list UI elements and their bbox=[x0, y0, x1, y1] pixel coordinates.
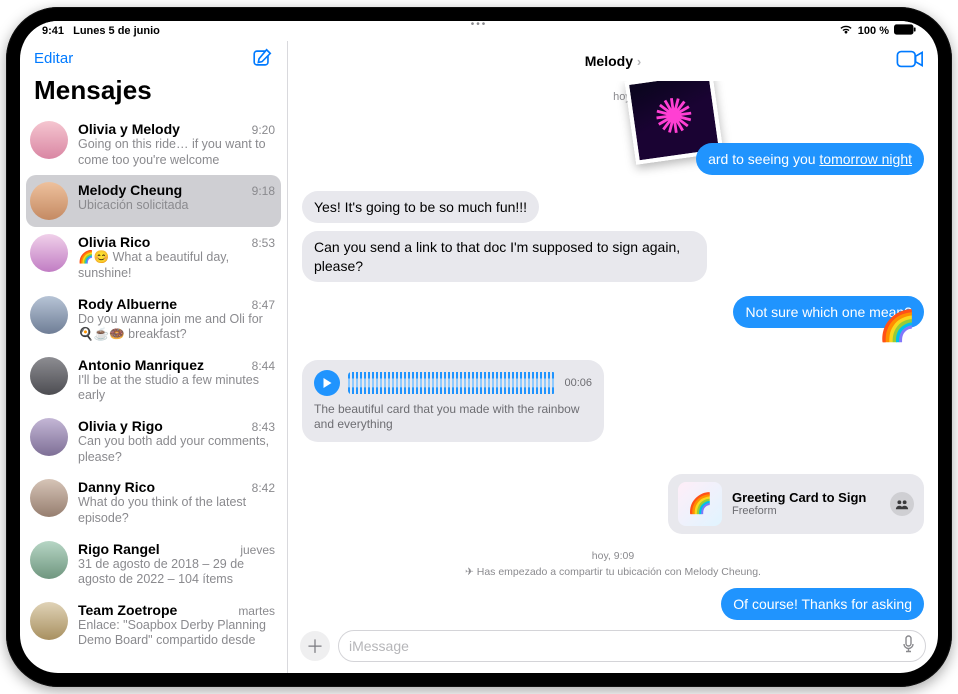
status-left: 9:41 Lunes 5 de junio bbox=[42, 25, 166, 37]
conv-preview: 31 de agosto de 2018 – 29 de agosto de 2… bbox=[78, 557, 275, 588]
link-subtitle: Freeform bbox=[732, 505, 880, 517]
sidebar-top: Editar bbox=[20, 41, 287, 73]
collaborate-icon[interactable] bbox=[890, 492, 914, 516]
link-attachment[interactable]: 🌈 Greeting Card to Sign Freeform bbox=[668, 474, 924, 534]
received-bubble[interactable]: Can you send a link to that doc I'm supp… bbox=[302, 231, 707, 281]
rainbow-sticker-icon[interactable]: 🌈 bbox=[879, 307, 916, 346]
composer: ＋ iMessage bbox=[288, 627, 938, 673]
battery-pct: 100 % bbox=[858, 25, 889, 37]
conv-name: Team Zoetrope bbox=[78, 602, 177, 618]
sidebar-title: Mensajes bbox=[20, 73, 287, 114]
avatar bbox=[30, 541, 68, 579]
sent-bubble[interactable]: Of course! Thanks for asking bbox=[721, 588, 924, 620]
conv-name: Rody Albuerne bbox=[78, 296, 177, 312]
conv-time: 8:43 bbox=[252, 420, 275, 434]
conv-preview: Enlace: "Soapbox Derby Planning Demo Boa… bbox=[78, 618, 275, 649]
status-right: 100 % bbox=[839, 24, 916, 38]
play-icon[interactable] bbox=[314, 370, 340, 396]
conversation-list[interactable]: Olivia y Melody 9:20 Going on this ride… … bbox=[20, 114, 287, 673]
chat-title-button[interactable]: Melody › bbox=[288, 53, 938, 69]
conversation-row[interactable]: Rody Albuerne 8:47 Do you wanna join me a… bbox=[20, 289, 287, 350]
avatar bbox=[30, 357, 68, 395]
conv-name: Rigo Rangel bbox=[78, 541, 160, 557]
conversation-row[interactable]: Olivia Rico 8:53 🌈😊 What a beautiful day,… bbox=[20, 227, 287, 288]
conv-time: 8:47 bbox=[252, 298, 275, 312]
avatar bbox=[30, 234, 68, 272]
conversation-row[interactable]: Olivia y Melody 9:20 Going on this ride… … bbox=[20, 114, 287, 175]
conv-name: Melody Cheung bbox=[78, 182, 182, 198]
conversation-row[interactable]: Danny Rico 8:42 What do you think of the … bbox=[20, 472, 287, 533]
battery-icon bbox=[894, 24, 916, 38]
conv-time: 8:44 bbox=[252, 359, 275, 373]
screen: 9:41 Lunes 5 de junio 100 % bbox=[20, 21, 938, 673]
avatar bbox=[30, 296, 68, 334]
link-thumbnail: 🌈 bbox=[678, 482, 722, 526]
status-time: 9:41 bbox=[42, 25, 64, 37]
conv-time: jueves bbox=[240, 543, 275, 557]
firework-icon: ✺ bbox=[650, 86, 698, 147]
avatar bbox=[30, 418, 68, 456]
conversation-row[interactable]: Antonio Manriquez 8:44 I'll be at the stu… bbox=[20, 350, 287, 411]
avatar bbox=[30, 479, 68, 517]
audio-duration: 00:06 bbox=[564, 377, 592, 389]
conv-preview: What do you think of the latest episode? bbox=[78, 495, 275, 526]
main-content: Editar Mensajes Olivia y Melody 9:20 Goin… bbox=[20, 41, 938, 673]
conv-time: martes bbox=[238, 604, 275, 618]
status-date: Lunes 5 de junio bbox=[73, 25, 160, 37]
chat-header: Melody › bbox=[288, 41, 938, 81]
date-link[interactable]: tomorrow night bbox=[819, 151, 912, 167]
sent-bubble[interactable]: Not sure which one mean? 🌈 bbox=[733, 296, 924, 328]
sidebar: Editar Mensajes Olivia y Melody 9:20 Goin… bbox=[20, 41, 288, 673]
conversation-row[interactable]: Olivia y Rigo 8:43 Can you both add your … bbox=[20, 411, 287, 472]
plus-button[interactable]: ＋ bbox=[300, 631, 330, 661]
messages-scroll[interactable]: hoy ✺ ard to seeing you tomorrow night Y… bbox=[288, 81, 938, 627]
avatar bbox=[30, 182, 68, 220]
conversation-row-selected[interactable]: Melody Cheung 9:18 Ubicación solicitada bbox=[26, 175, 281, 227]
wifi-icon bbox=[839, 25, 853, 38]
conv-name: Olivia y Melody bbox=[78, 121, 180, 137]
received-bubble[interactable]: Yes! It's going to be so much fun!!! bbox=[302, 191, 539, 223]
sent-bubble[interactable]: ard to seeing you tomorrow night bbox=[696, 143, 924, 175]
conv-preview: I'll be at the studio a few minutes earl… bbox=[78, 373, 275, 404]
edit-button[interactable]: Editar bbox=[34, 50, 73, 67]
conv-preview: Going on this ride… if you want to come … bbox=[78, 137, 275, 168]
device-frame: ••• 9:41 Lunes 5 de junio 100 % bbox=[0, 0, 958, 694]
microphone-icon[interactable] bbox=[902, 635, 915, 658]
conv-preview: Ubicación solicitada bbox=[78, 198, 275, 214]
conv-preview: 🌈😊 What a beautiful day, sunshine! bbox=[78, 250, 275, 281]
compose-icon[interactable] bbox=[251, 47, 273, 69]
conv-name: Antonio Manriquez bbox=[78, 357, 204, 373]
audio-transcript: The beautiful card that you made with th… bbox=[314, 402, 592, 432]
avatar bbox=[30, 121, 68, 159]
input-placeholder: iMessage bbox=[349, 638, 902, 654]
conversation-row[interactable]: Rigo Rangel jueves 31 de agosto de 2018 –… bbox=[20, 534, 287, 595]
avatar bbox=[30, 602, 68, 640]
conv-time: 9:20 bbox=[252, 123, 275, 137]
chevron-right-icon: › bbox=[637, 54, 641, 69]
conv-name: Olivia y Rigo bbox=[78, 418, 163, 434]
conv-time: 8:42 bbox=[252, 481, 275, 495]
message-input[interactable]: iMessage bbox=[338, 630, 926, 662]
chat-title-name: Melody bbox=[585, 53, 633, 69]
conv-name: Olivia Rico bbox=[78, 234, 150, 250]
link-title: Greeting Card to Sign bbox=[732, 490, 880, 505]
conv-preview: Do you wanna join me and Oli for 🍳☕🍩 bre… bbox=[78, 312, 275, 343]
audio-message[interactable]: 00:06 The beautiful card that you made w… bbox=[302, 360, 604, 442]
conversation-row[interactable]: Team Zoetrope martes Enlace: "Soapbox Der… bbox=[20, 595, 287, 656]
conv-time: 9:18 bbox=[252, 184, 275, 198]
waveform[interactable] bbox=[348, 372, 556, 394]
conv-name: Danny Rico bbox=[78, 479, 155, 495]
conv-preview: Can you both add your comments, please? bbox=[78, 434, 275, 465]
system-location-notice: ✈ Has empezado a compartir tu ubicación … bbox=[353, 566, 873, 578]
conv-time: 8:53 bbox=[252, 236, 275, 250]
chat-pane: Melody › hoy ✺ bbox=[288, 41, 938, 673]
system-timestamp: hoy, 9:09 bbox=[353, 550, 873, 562]
ipad-bezel: ••• 9:41 Lunes 5 de junio 100 % bbox=[6, 7, 952, 687]
multitask-dots[interactable]: ••• bbox=[471, 19, 488, 30]
